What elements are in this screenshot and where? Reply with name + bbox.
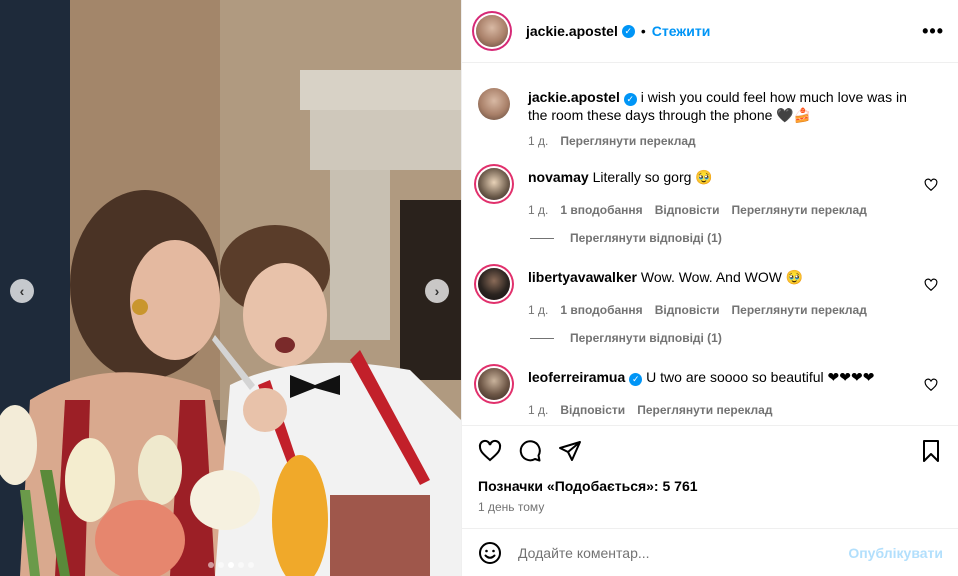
see-translation-link[interactable]: Переглянути переклад — [560, 132, 695, 150]
comment-username[interactable]: libertyavawalker — [528, 269, 637, 285]
verified-badge-icon: ✓ — [629, 373, 643, 386]
reply-button[interactable]: Відповісти — [560, 401, 625, 419]
carousel-indicators — [0, 562, 461, 568]
post-actions: Позначки «Подобається»: 5 761 1 день том… — [462, 425, 958, 514]
share-send-icon[interactable] — [558, 439, 582, 463]
like-comment-heart-icon[interactable] — [924, 178, 938, 192]
see-translation-link[interactable]: Переглянути переклад — [637, 401, 772, 419]
photo-illustration — [0, 0, 461, 576]
verified-badge-icon: ✓ — [621, 24, 635, 38]
carousel-dot — [227, 562, 234, 568]
comment-likes-count[interactable]: 1 вподобання — [560, 301, 642, 319]
save-bookmark-icon[interactable] — [919, 439, 943, 463]
comments-list[interactable]: jackie.apostel ✓ i wish you could feel ho… — [462, 64, 958, 424]
replies-divider — [530, 337, 554, 339]
like-comment-heart-icon[interactable] — [924, 378, 938, 392]
see-translation-link[interactable]: Переглянути переклад — [732, 301, 867, 319]
comment-likes-count[interactable]: 1 вподобання — [560, 201, 642, 219]
caption-username[interactable]: jackie.apostel — [528, 89, 620, 105]
view-replies-label: Переглянути відповіді (1) — [570, 331, 722, 345]
next-slide-button[interactable]: › — [425, 279, 449, 303]
comment-time: 1 д. — [528, 303, 549, 317]
comment-time: 1 д. — [528, 203, 549, 217]
post-photo: ‹ › — [0, 0, 461, 576]
carousel-dot — [237, 562, 244, 568]
caption-time: 1 д. — [528, 134, 549, 148]
view-replies-button[interactable]: Переглянути відповіді (1) — [530, 231, 722, 245]
comment-text: Wow. Wow. And WOW 🥹 — [640, 269, 804, 285]
emoji-icon[interactable] — [478, 541, 502, 565]
reply-button[interactable]: Відповісти — [655, 201, 720, 219]
comment-text: Literally so gorg 🥹 — [592, 169, 713, 185]
comment-username[interactable]: novamay — [528, 169, 589, 185]
follow-button[interactable]: Стежити — [652, 23, 711, 39]
post-timestamp[interactable]: 1 день тому — [478, 500, 943, 514]
post-comment-button[interactable]: Опублікувати — [848, 545, 943, 561]
chevron-left-icon: ‹ — [19, 283, 25, 299]
verified-badge-icon: ✓ — [623, 93, 637, 106]
comment-item: leoferreiramua ✓ U two are soooo so beaut… — [478, 368, 948, 419]
chevron-right-icon: › — [434, 283, 440, 299]
commenter-avatar[interactable] — [478, 368, 510, 400]
comment-item: novamay Literally so gorg 🥹 1 д. 1 вподо… — [478, 168, 948, 219]
comment-text: U two are soooo so beautiful ❤❤❤❤ — [646, 369, 875, 385]
view-replies-button[interactable]: Переглянути відповіді (1) — [530, 331, 722, 345]
carousel-dot — [217, 562, 224, 568]
separator-dot: • — [640, 23, 646, 39]
like-heart-icon[interactable] — [478, 439, 502, 463]
carousel-dot — [207, 562, 214, 568]
more-options-icon[interactable]: ••• — [922, 21, 944, 42]
see-translation-link[interactable]: Переглянути переклад — [732, 201, 867, 219]
action-icons-row — [478, 438, 943, 464]
comment-input[interactable] — [518, 544, 849, 561]
commenter-avatar[interactable] — [478, 168, 510, 200]
comment-bubble-icon[interactable] — [518, 439, 542, 463]
caption-author-avatar[interactable] — [478, 88, 510, 120]
comment-composer: Опублікувати — [462, 528, 958, 576]
author-avatar[interactable] — [476, 15, 508, 47]
post-details-panel: jackie.apostel ✓ • Стежити ••• jackie.ap… — [461, 0, 958, 576]
comment-username[interactable]: leoferreiramua — [528, 369, 625, 385]
author-username[interactable]: jackie.apostel — [526, 23, 618, 39]
likes-count[interactable]: Позначки «Подобається»: 5 761 — [478, 478, 943, 494]
comment-item: libertyavawalker Wow. Wow. And WOW 🥹 1 д… — [478, 268, 948, 319]
previous-slide-button[interactable]: ‹ — [10, 279, 34, 303]
like-comment-heart-icon[interactable] — [924, 278, 938, 292]
view-replies-label: Переглянути відповіді (1) — [570, 231, 722, 245]
carousel-dot — [247, 562, 254, 568]
reply-button[interactable]: Відповісти — [655, 301, 720, 319]
caption: jackie.apostel ✓ i wish you could feel ho… — [478, 88, 948, 150]
comment-time: 1 д. — [528, 403, 549, 417]
replies-divider — [530, 237, 554, 239]
post-header: jackie.apostel ✓ • Стежити ••• — [462, 0, 958, 63]
commenter-avatar[interactable] — [478, 268, 510, 300]
